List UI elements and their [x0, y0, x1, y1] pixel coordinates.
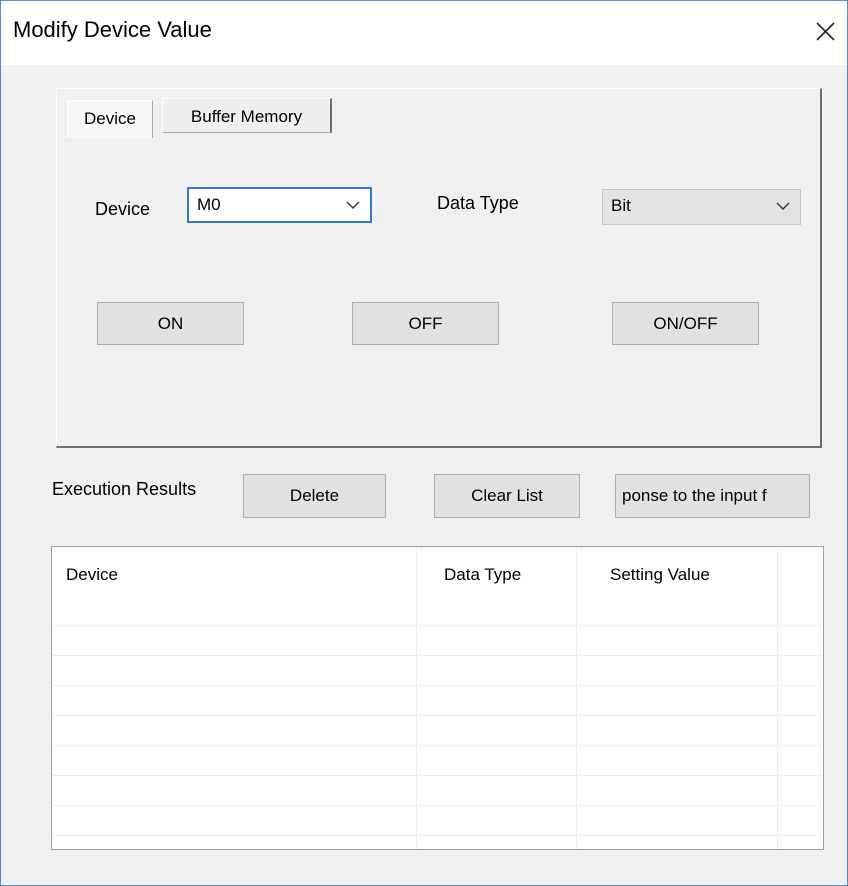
data-type-combobox[interactable]: Bit [602, 189, 801, 225]
close-icon [816, 22, 835, 41]
row-gridline [52, 685, 823, 686]
window-title: Modify Device Value [13, 17, 212, 42]
column-header-device[interactable]: Device [66, 565, 118, 585]
row-gridline [52, 625, 823, 626]
row-gridline [52, 835, 823, 836]
chevron-down-icon [346, 201, 360, 209]
clear-list-button[interactable]: Clear List [434, 474, 580, 518]
column-divider [416, 547, 417, 849]
tab-buffer-memory[interactable]: Buffer Memory [162, 98, 332, 133]
data-type-label: Data Type [437, 193, 519, 213]
execution-results-label: Execution Results [52, 479, 197, 499]
tab-device[interactable]: Device [67, 100, 153, 138]
close-button[interactable] [803, 7, 847, 51]
device-label: Device [95, 199, 151, 219]
row-gridline [52, 745, 823, 746]
device-group-panel [56, 88, 822, 448]
modify-device-value-dialog: Modify Device Value Device Buffer Memory… [0, 0, 848, 886]
response-button[interactable]: ponse to the input f [615, 474, 810, 518]
device-combobox[interactable]: M0 [187, 187, 372, 223]
row-gridline [52, 805, 823, 806]
data-type-value: Bit [611, 196, 631, 215]
row-gridline [52, 655, 823, 656]
execution-results-table[interactable]: Device Data Type Setting Value [51, 546, 824, 850]
column-divider [777, 547, 778, 849]
column-header-data-type[interactable]: Data Type [444, 565, 521, 585]
title-bar: Modify Device Value [1, 1, 847, 65]
chevron-down-icon [776, 202, 790, 210]
on-off-button[interactable]: ON/OFF [612, 302, 759, 345]
device-value: M0 [197, 195, 221, 214]
on-button[interactable]: ON [97, 302, 244, 345]
column-header-setting-value[interactable]: Setting Value [610, 565, 710, 585]
delete-button[interactable]: Delete [243, 474, 386, 518]
row-gridline [52, 715, 823, 716]
column-divider [576, 547, 577, 849]
row-gridline [52, 775, 823, 776]
off-button[interactable]: OFF [352, 302, 499, 345]
